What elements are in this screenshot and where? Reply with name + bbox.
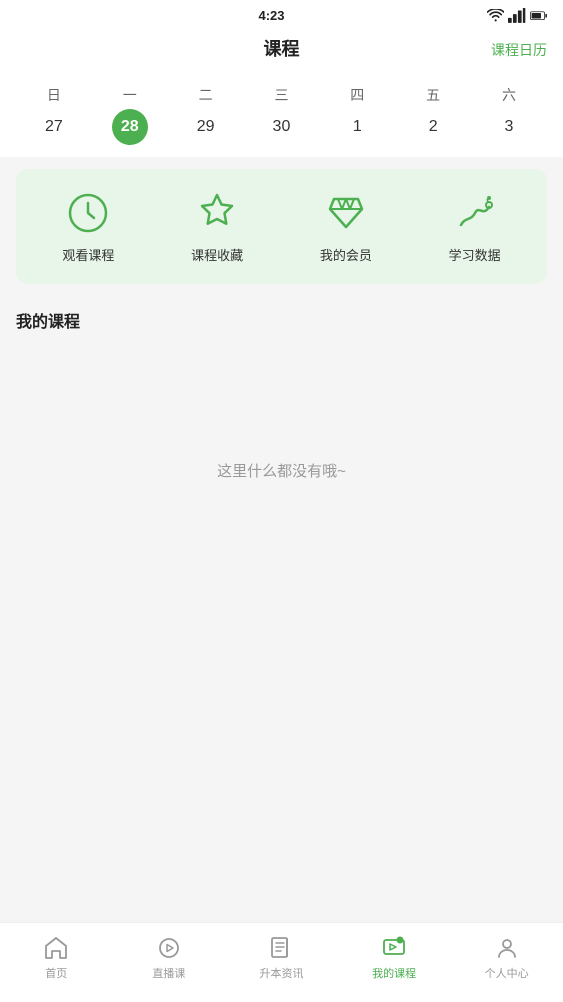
date-30[interactable]: 30 xyxy=(257,112,305,142)
quick-action-collect[interactable]: 课程收藏 xyxy=(191,189,243,264)
signal-icon xyxy=(508,8,525,23)
header: 课程 课程日历 xyxy=(0,27,563,73)
calendar-dates: 27 28 29 30 1 2 3 xyxy=(16,109,547,145)
collect-label: 课程收藏 xyxy=(191,245,243,264)
nav-item-profile[interactable]: 个人中心 xyxy=(450,935,563,981)
nav-item-mycourse[interactable]: 我的课程 xyxy=(338,935,451,981)
nav-label-profile: 个人中心 xyxy=(485,965,529,981)
day-label-fri: 五 xyxy=(409,81,457,109)
date-27[interactable]: 27 xyxy=(30,112,78,142)
member-label: 我的会员 xyxy=(320,245,372,264)
calendar: 日 一 二 三 四 五 六 27 28 29 30 1 2 3 xyxy=(0,73,563,157)
date-29[interactable]: 29 xyxy=(182,112,230,142)
nav-label-live: 直播课 xyxy=(152,965,185,981)
nav-item-upgrade[interactable]: 升本资讯 xyxy=(225,935,338,981)
page-title: 课程 xyxy=(264,39,300,59)
nav-label-upgrade: 升本资讯 xyxy=(259,965,303,981)
empty-state: 这里什么都没有哦~ xyxy=(0,340,563,561)
person-icon xyxy=(494,935,520,961)
chart-icon xyxy=(451,189,499,237)
day-label-sat: 六 xyxy=(485,81,533,109)
study-data-label: 学习数据 xyxy=(449,245,501,264)
date-28[interactable]: 28 xyxy=(106,109,154,145)
nav-label-mycourse: 我的课程 xyxy=(372,965,416,981)
nav-item-home[interactable]: 首页 xyxy=(0,935,113,981)
book-icon xyxy=(268,935,294,961)
nav-item-live[interactable]: 直播课 xyxy=(113,935,226,981)
section-title: 我的课程 xyxy=(0,296,563,340)
wifi-icon xyxy=(487,9,504,22)
day-label-tue: 二 xyxy=(182,81,230,109)
date-3[interactable]: 3 xyxy=(485,112,533,142)
date-2[interactable]: 2 xyxy=(409,112,457,142)
day-label-mon: 一 xyxy=(106,81,154,109)
status-icons xyxy=(487,8,547,23)
status-bar: 4:23 xyxy=(0,0,563,27)
star-icon xyxy=(193,189,241,237)
battery-icon xyxy=(530,11,547,20)
my-courses-section: 我的课程 这里什么都没有哦~ xyxy=(0,296,563,696)
courses-icon xyxy=(381,935,407,961)
play-icon xyxy=(156,935,182,961)
quick-actions-card: 观看课程 课程收藏 我的会员 xyxy=(16,169,547,284)
clock-icon xyxy=(64,189,112,237)
empty-text: 这里什么都没有哦~ xyxy=(217,460,346,481)
quick-action-member[interactable]: 我的会员 xyxy=(320,189,372,264)
day-label-thu: 四 xyxy=(333,81,381,109)
day-label-sun: 日 xyxy=(30,81,78,109)
calendar-link[interactable]: 课程日历 xyxy=(491,40,547,60)
home-icon xyxy=(43,935,69,961)
nav-label-home: 首页 xyxy=(45,965,67,981)
day-label-wed: 三 xyxy=(257,81,305,109)
quick-action-watch[interactable]: 观看课程 xyxy=(62,189,114,264)
diamond-icon xyxy=(322,189,370,237)
watch-label: 观看课程 xyxy=(62,245,114,264)
status-time: 4:23 xyxy=(258,8,284,23)
date-1[interactable]: 1 xyxy=(333,112,381,142)
quick-action-data[interactable]: 学习数据 xyxy=(449,189,501,264)
bottom-nav: 首页 直播课 升本资讯 xyxy=(0,922,563,1002)
calendar-day-labels: 日 一 二 三 四 五 六 xyxy=(16,81,547,109)
